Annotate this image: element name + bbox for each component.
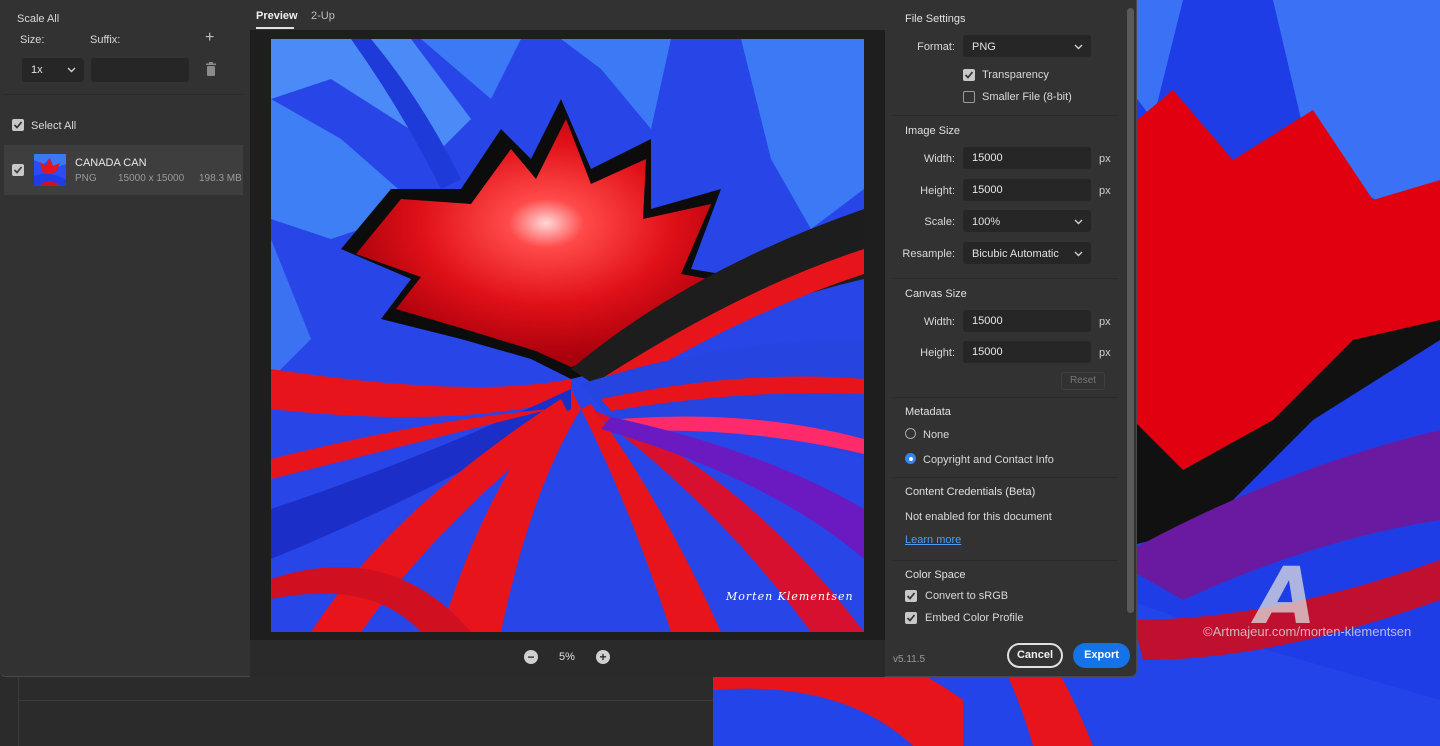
canvas-height-unit: px — [1099, 347, 1111, 359]
preview-stage: Morten Klementsen — [250, 30, 885, 670]
preview-panel: Preview 2-Up Morten Klementsen − 5% + — [250, 0, 885, 677]
metadata-copyright-radio[interactable] — [905, 453, 916, 464]
content-credentials-status: Not enabled for this document — [905, 511, 1052, 523]
content-credentials-section: Content Credentials (Beta) Not enabled f… — [893, 478, 1118, 561]
zoom-in-icon[interactable]: + — [596, 650, 610, 664]
transparency-checkbox[interactable] — [963, 69, 975, 81]
asset-filesize: 198.3 MB — [199, 173, 242, 184]
artist-signature: Morten Klementsen — [726, 590, 854, 603]
metadata-title: Metadata — [905, 406, 951, 418]
color-space-title: Color Space — [905, 569, 966, 581]
canvas-height-label: Height: — [920, 347, 955, 359]
metadata-copyright-label: Copyright and Contact Info — [923, 454, 1054, 466]
scale-value: 100% — [972, 216, 1001, 228]
settings-panel: File Settings Format: PNG Transparency S… — [885, 0, 1137, 677]
metadata-section: Metadata None Copyright and Contact Info — [893, 398, 1118, 478]
scale-settings: Scale All Size: Suffix: + 1x — [4, 0, 243, 95]
asset-list-item[interactable]: CANADA CAN PNG 15000 x 15000 198.3 MB — [4, 145, 243, 195]
convert-srgb-label: Convert to sRGB — [925, 590, 1009, 602]
chevron-down-icon — [1074, 36, 1083, 66]
smaller-file-checkbox[interactable] — [963, 91, 975, 103]
suffix-input[interactable] — [91, 58, 189, 82]
image-height-label: Height: — [920, 185, 955, 197]
scale-all-label: Scale All — [17, 13, 60, 25]
add-scale-icon[interactable]: + — [205, 29, 214, 47]
reset-button[interactable]: Reset — [1061, 372, 1105, 390]
scale-label: Scale: — [924, 216, 955, 228]
image-width-input[interactable]: 15000 — [963, 147, 1091, 169]
smaller-file-label: Smaller File (8-bit) — [982, 91, 1072, 103]
artwork-preview — [271, 39, 864, 632]
convert-srgb-checkbox[interactable] — [905, 590, 917, 602]
resample-value: Bicubic Automatic — [972, 248, 1059, 260]
canvas-size-title: Canvas Size — [905, 288, 967, 300]
active-tab-indicator — [256, 27, 294, 29]
tab-2-up[interactable]: 2-Up — [311, 10, 335, 22]
watermark-text: ©Artmajeur.com/morten-klementsen — [1203, 624, 1412, 639]
embed-profile-checkbox[interactable] — [905, 612, 917, 624]
canvas-width-label: Width: — [923, 316, 955, 328]
image-size-title: Image Size — [905, 125, 961, 137]
chevron-down-icon — [1074, 243, 1083, 273]
canvas-guide-vertical — [18, 678, 19, 746]
format-value: PNG — [972, 41, 996, 53]
cancel-button[interactable]: Cancel — [1007, 643, 1063, 668]
image-size-section: Image Size Width: 15000 px Height: 15000… — [893, 116, 1118, 279]
file-settings-section: File Settings Format: PNG Transparency S… — [893, 0, 1118, 116]
canvas-width-input[interactable]: 15000 — [963, 310, 1091, 332]
asset-panel: Scale All Size: Suffix: + 1x Select All — [0, 0, 250, 677]
content-credentials-title: Content Credentials (Beta) — [905, 486, 1036, 498]
metadata-none-label: None — [923, 429, 950, 441]
version-label: v5.11.5 — [893, 654, 926, 665]
size-dropdown[interactable]: 1x — [22, 58, 84, 82]
tab-preview[interactable]: Preview — [256, 10, 298, 22]
format-dropdown[interactable]: PNG — [963, 35, 1091, 57]
canvas-guide-horizontal — [18, 700, 718, 701]
suffix-label: Suffix: — [90, 34, 121, 46]
export-button[interactable]: Export — [1073, 643, 1130, 668]
canvas-width-unit: px — [1099, 316, 1111, 328]
image-height-input[interactable]: 15000 — [963, 179, 1091, 201]
size-dropdown-value: 1x — [31, 64, 43, 76]
zoom-level: 5% — [559, 651, 575, 663]
scale-dropdown[interactable]: 100% — [963, 210, 1091, 232]
resample-label: Resample: — [902, 248, 955, 260]
chevron-down-icon — [1074, 211, 1083, 241]
chevron-down-icon — [67, 59, 76, 89]
size-label: Size: — [20, 34, 45, 46]
settings-scrollbar[interactable] — [1127, 8, 1134, 613]
resample-dropdown[interactable]: Bicubic Automatic — [963, 242, 1091, 264]
image-width-unit: px — [1099, 153, 1111, 165]
canvas-height-input[interactable]: 15000 — [963, 341, 1091, 363]
learn-more-link[interactable]: Learn more — [905, 534, 961, 546]
file-settings-title: File Settings — [905, 13, 966, 25]
embed-profile-label: Embed Color Profile — [925, 612, 1024, 624]
format-label: Format: — [917, 41, 955, 53]
asset-dimensions: 15000 x 15000 — [118, 173, 185, 184]
export-as-dialog: Scale All Size: Suffix: + 1x Select All — [0, 0, 1137, 677]
asset-format: PNG — [75, 173, 97, 184]
trash-icon[interactable] — [205, 62, 217, 79]
select-all-label: Select All — [31, 120, 77, 132]
zoom-out-icon[interactable]: − — [524, 650, 538, 664]
select-all-checkbox[interactable] — [12, 119, 24, 131]
image-width-label: Width: — [923, 153, 955, 165]
asset-checkbox[interactable] — [12, 164, 24, 176]
zoom-controls: − 5% + — [250, 640, 885, 677]
transparency-label: Transparency — [982, 69, 1049, 81]
asset-name: CANADA CAN — [75, 157, 147, 169]
color-space-section: Color Space Convert to sRGB Embed Color … — [893, 561, 1118, 631]
asset-thumbnail — [34, 154, 66, 186]
preview-tabs: Preview 2-Up — [250, 0, 885, 30]
image-height-unit: px — [1099, 185, 1111, 197]
metadata-none-radio[interactable] — [905, 428, 916, 439]
